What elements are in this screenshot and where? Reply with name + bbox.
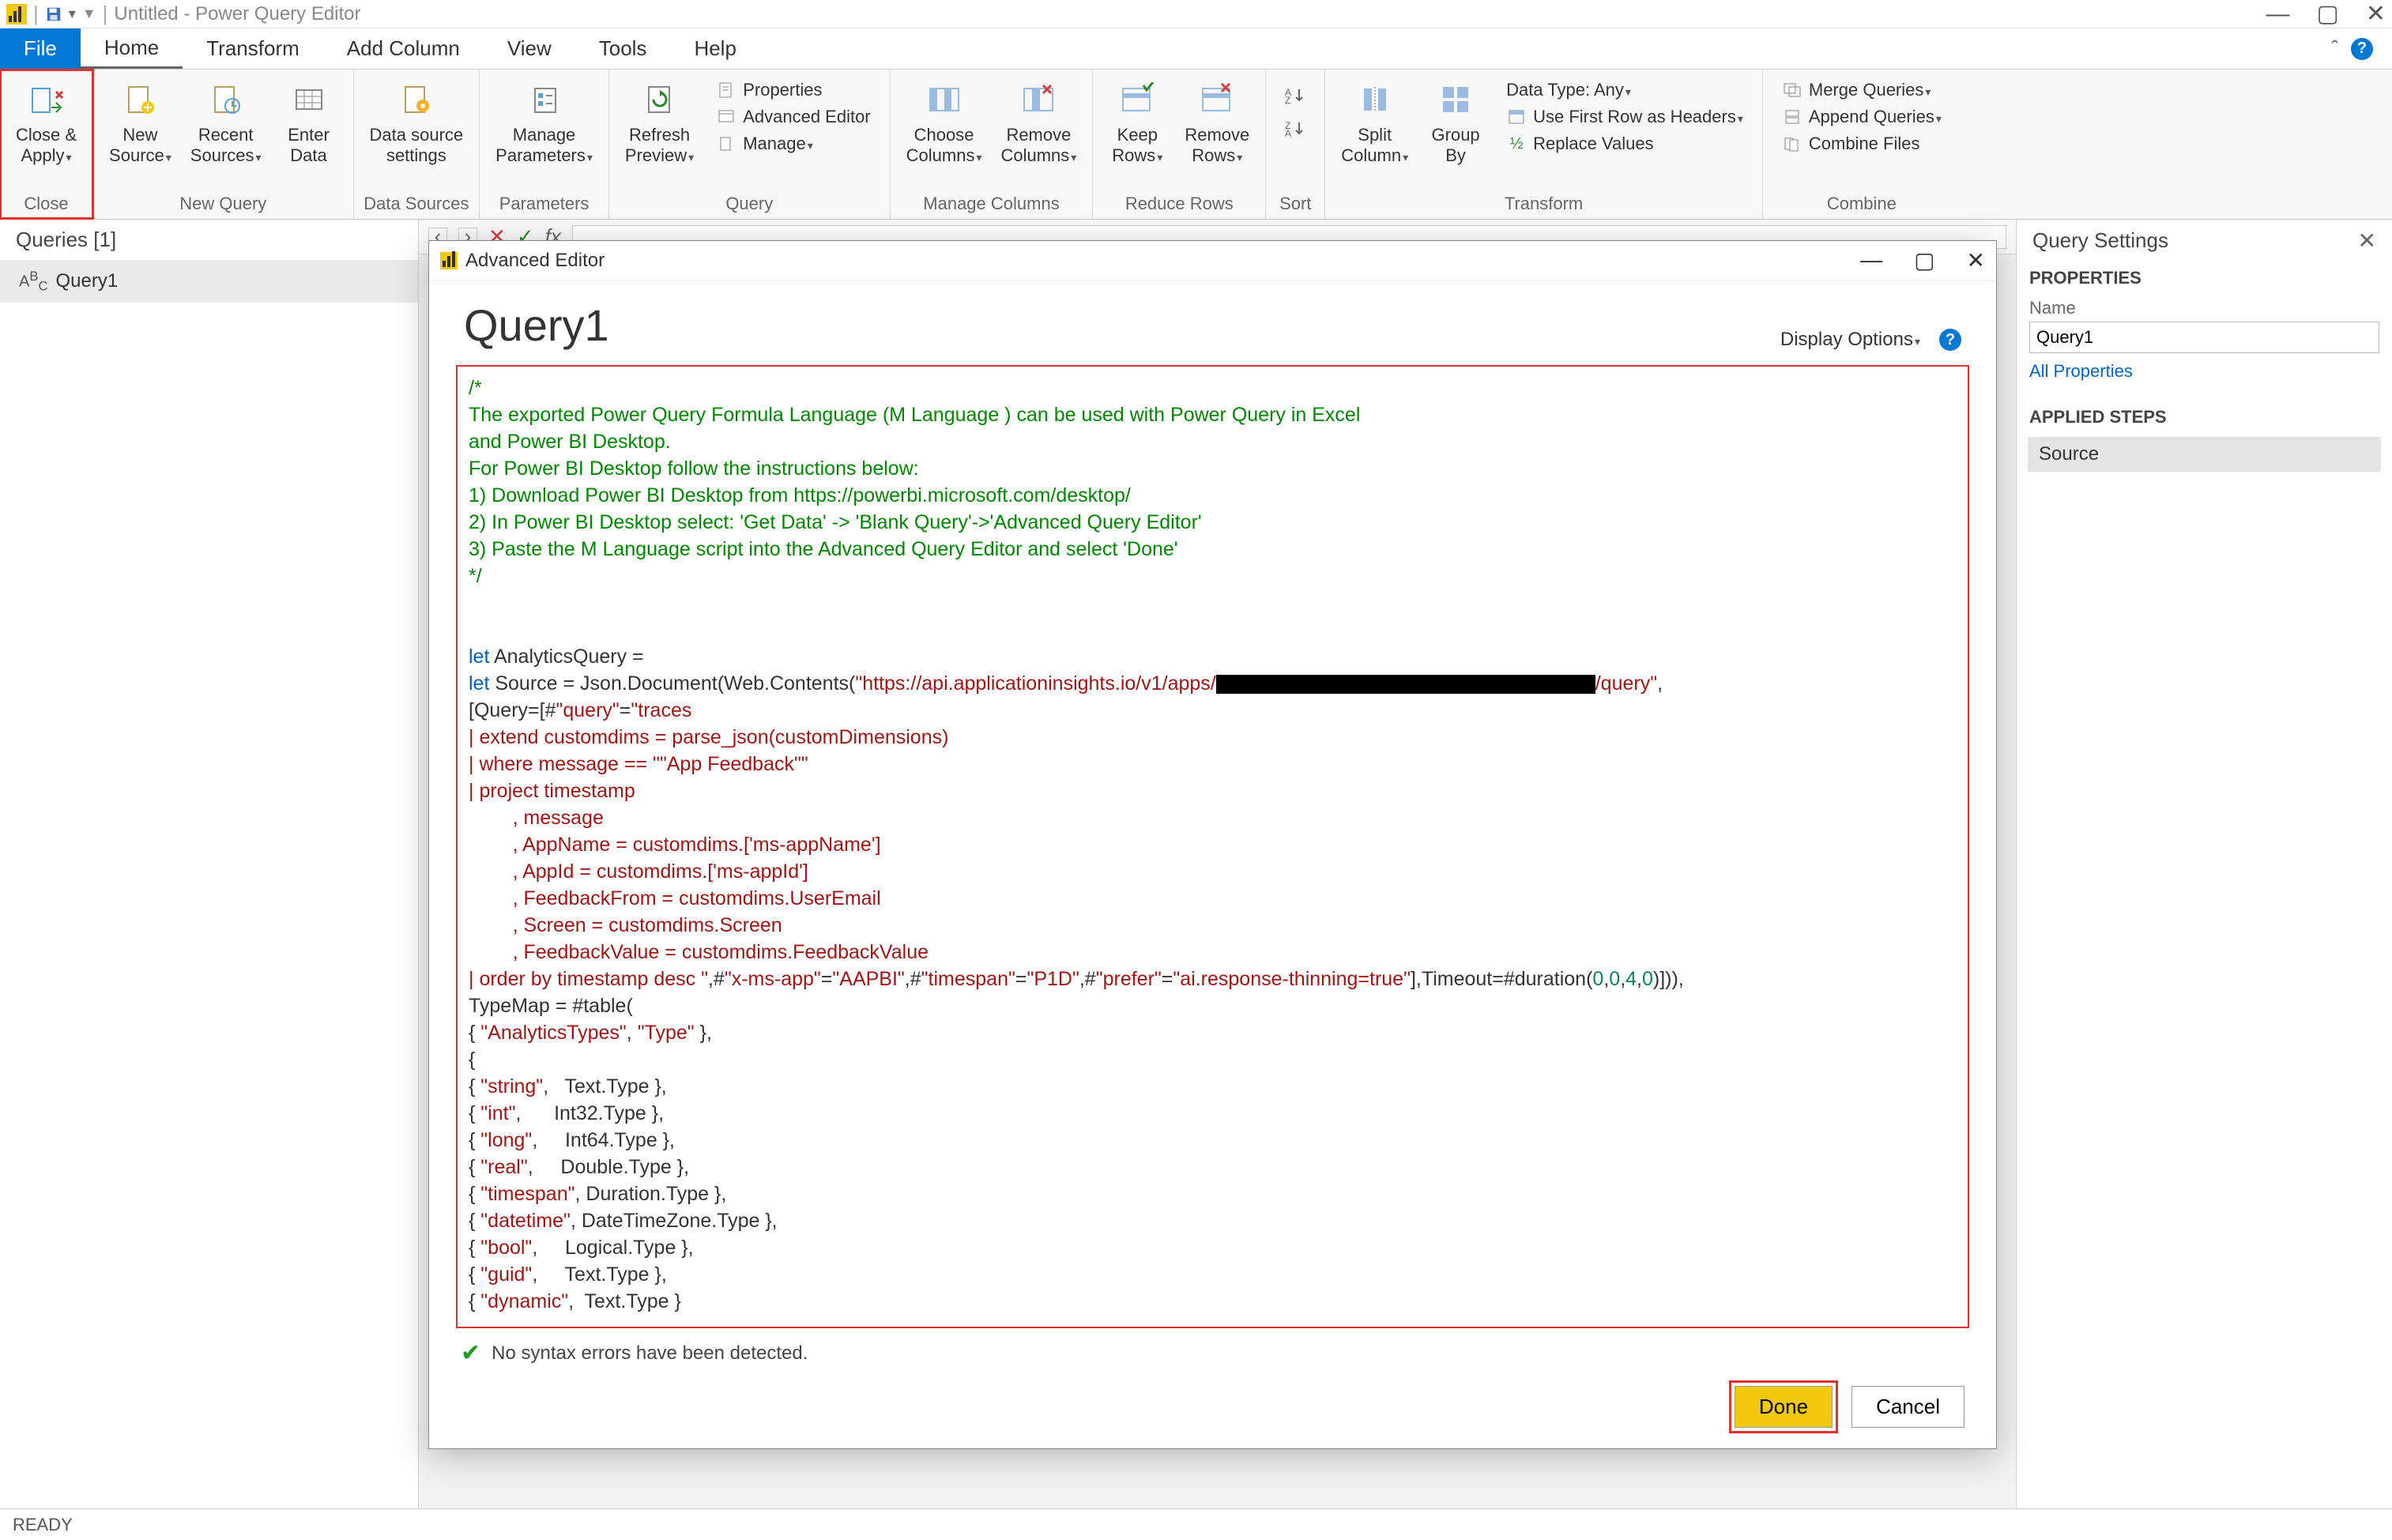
enter-data-button[interactable]: Enter Data [274, 74, 344, 192]
new-source-button[interactable]: New Source [103, 74, 178, 192]
transform-group: Split Column Group By Data Type: Any Use… [1325, 70, 1763, 219]
display-options-button[interactable]: Display Options [1780, 329, 1920, 351]
dialog-header: Query1 Display Options ? [429, 281, 1996, 359]
close-group: Close & Apply Close [0, 70, 93, 219]
query-item-label: Query1 [56, 270, 119, 292]
query-settings-pane: Query Settings ✕ PROPERTIES Name All Pro… [2016, 220, 2392, 1508]
queries-header: Queries [1] [0, 220, 418, 261]
tab-home[interactable]: Home [81, 28, 183, 69]
sort-asc-button[interactable]: AZ [1280, 82, 1310, 107]
cancel-button[interactable]: Cancel [1851, 1386, 1964, 1428]
title-bar: | ▾ ▼ | Untitled - Power Query Editor — … [0, 0, 2392, 28]
settings-title: Query Settings [2032, 228, 2168, 253]
dialog-close-button[interactable]: ✕ [1967, 247, 1985, 273]
dialog-titlebar: Advanced Editor — ▢ ✕ [429, 241, 1996, 281]
close-window-button[interactable]: ✕ [2366, 0, 2386, 28]
pbi-logo-icon [6, 4, 27, 24]
manage-columns-group: Choose Columns Remove Columns Manage Col… [891, 70, 1094, 219]
name-label: Name [2029, 298, 2076, 318]
manage-parameters-button[interactable]: Manage Parameters [489, 74, 599, 192]
group-by-button[interactable]: Group By [1421, 74, 1490, 192]
first-row-headers-button[interactable]: Use First Row as Headers [1501, 104, 1748, 130]
manage-button[interactable]: Manage [711, 131, 875, 156]
svg-text:A: A [1285, 128, 1291, 137]
remove-rows-button[interactable]: Remove Rows [1178, 74, 1256, 192]
reduce-rows-group: Keep Rows Remove Rows Reduce Rows [1093, 70, 1266, 219]
properties-section-label: PROPERTIES [2017, 262, 2392, 295]
dialog-title-text: Advanced Editor [465, 250, 605, 272]
status-bar: READY [0, 1508, 2392, 1540]
dialog-query-name: Query1 [464, 299, 609, 351]
dialog-help-icon[interactable]: ? [1939, 329, 1961, 351]
collapse-ribbon-icon[interactable]: ˆ [2331, 36, 2338, 61]
properties-button[interactable]: Properties [711, 77, 875, 103]
tab-add-column[interactable]: Add Column [323, 28, 484, 69]
query-group: Refresh Preview Properties Advanced Edit… [609, 70, 891, 219]
remove-columns-button[interactable]: Remove Columns [994, 74, 1083, 192]
append-queries-button[interactable]: Append Queries [1777, 104, 1946, 130]
queries-pane: Queries [1] ABC Query1 [0, 220, 419, 1508]
data-sources-group: Data source settings Data Sources [354, 70, 480, 219]
code-editor[interactable]: /* The exported Power Query Formula Lang… [456, 365, 1969, 1328]
merge-queries-button[interactable]: Merge Queries [1777, 77, 1946, 103]
combine-group: Merge Queries Append Queries Combine Fil… [1763, 70, 1961, 219]
maximize-button[interactable]: ▢ [2317, 0, 2339, 28]
tab-transform[interactable]: Transform [183, 28, 323, 69]
status-text: READY [13, 1515, 73, 1535]
choose-columns-button[interactable]: Choose Columns [900, 74, 989, 192]
main-area: Queries [1] ABC Query1 ‹ › ✕ ✓ fx Advanc… [0, 220, 2392, 1508]
check-icon: ✔ [461, 1339, 480, 1367]
data-source-settings-button[interactable]: Data source settings [364, 74, 470, 192]
help-icon[interactable]: ? [2351, 38, 2373, 60]
sort-desc-button[interactable]: ZA [1280, 115, 1310, 141]
window-title: Untitled - Power Query Editor [114, 3, 360, 25]
query-name-input[interactable] [2029, 322, 2379, 353]
sort-group: AZ ZA Sort [1266, 70, 1325, 219]
dialog-minimize-button[interactable]: — [1860, 247, 1882, 273]
new-query-group: New Source Recent Sources Enter Data New… [93, 70, 354, 219]
redacted-app-id [1216, 675, 1595, 694]
tab-tools[interactable]: Tools [575, 28, 671, 69]
minimize-button[interactable]: — [2266, 1, 2290, 28]
advanced-editor-dialog: Advanced Editor — ▢ ✕ Query1 Display Opt… [428, 240, 1997, 1449]
syntax-message: No syntax errors have been detected. [492, 1342, 808, 1365]
tab-file[interactable]: File [0, 28, 81, 69]
syntax-status: ✔ No syntax errors have been detected. [429, 1335, 1996, 1372]
all-properties-link[interactable]: All Properties [2017, 356, 2392, 386]
done-button[interactable]: Done [1735, 1386, 1833, 1428]
replace-values-button[interactable]: ½Replace Values [1501, 131, 1748, 156]
data-type-button[interactable]: Data Type: Any [1501, 77, 1748, 103]
settings-close-icon[interactable]: ✕ [2358, 228, 2376, 254]
parameters-group: Manage Parameters Parameters [480, 70, 609, 219]
center-pane: ‹ › ✕ ✓ fx Advanced Editor — ▢ ✕ [419, 220, 2016, 1508]
tab-help[interactable]: Help [670, 28, 759, 69]
applied-step-item[interactable]: Source [2028, 437, 2381, 472]
query-list-item[interactable]: ABC Query1 [0, 261, 418, 303]
applied-steps-label: APPLIED STEPS [2017, 401, 2392, 434]
pbi-logo-icon [440, 252, 458, 269]
svg-text:Z: Z [1285, 95, 1290, 104]
refresh-preview-button[interactable]: Refresh Preview [619, 74, 700, 192]
preview-body: Advanced Editor — ▢ ✕ Query1 Display Opt… [419, 254, 2016, 1508]
tab-view[interactable]: View [484, 28, 575, 69]
text-column-icon: ABC [19, 269, 48, 295]
dialog-maximize-button[interactable]: ▢ [1914, 247, 1934, 273]
combine-files-button[interactable]: Combine Files [1777, 131, 1946, 156]
ribbon-tabs: File Home Transform Add Column View Tool… [0, 28, 2392, 70]
split-column-button[interactable]: Split Column [1335, 74, 1414, 192]
advanced-editor-button[interactable]: Advanced Editor [711, 104, 875, 130]
close-apply-button[interactable]: Close & Apply [9, 74, 83, 192]
recent-sources-button[interactable]: Recent Sources [184, 74, 268, 192]
save-icon[interactable] [45, 6, 62, 23]
ribbon-body: Close & Apply Close New Source Recent So… [0, 70, 2392, 220]
keep-rows-button[interactable]: Keep Rows [1102, 74, 1172, 192]
